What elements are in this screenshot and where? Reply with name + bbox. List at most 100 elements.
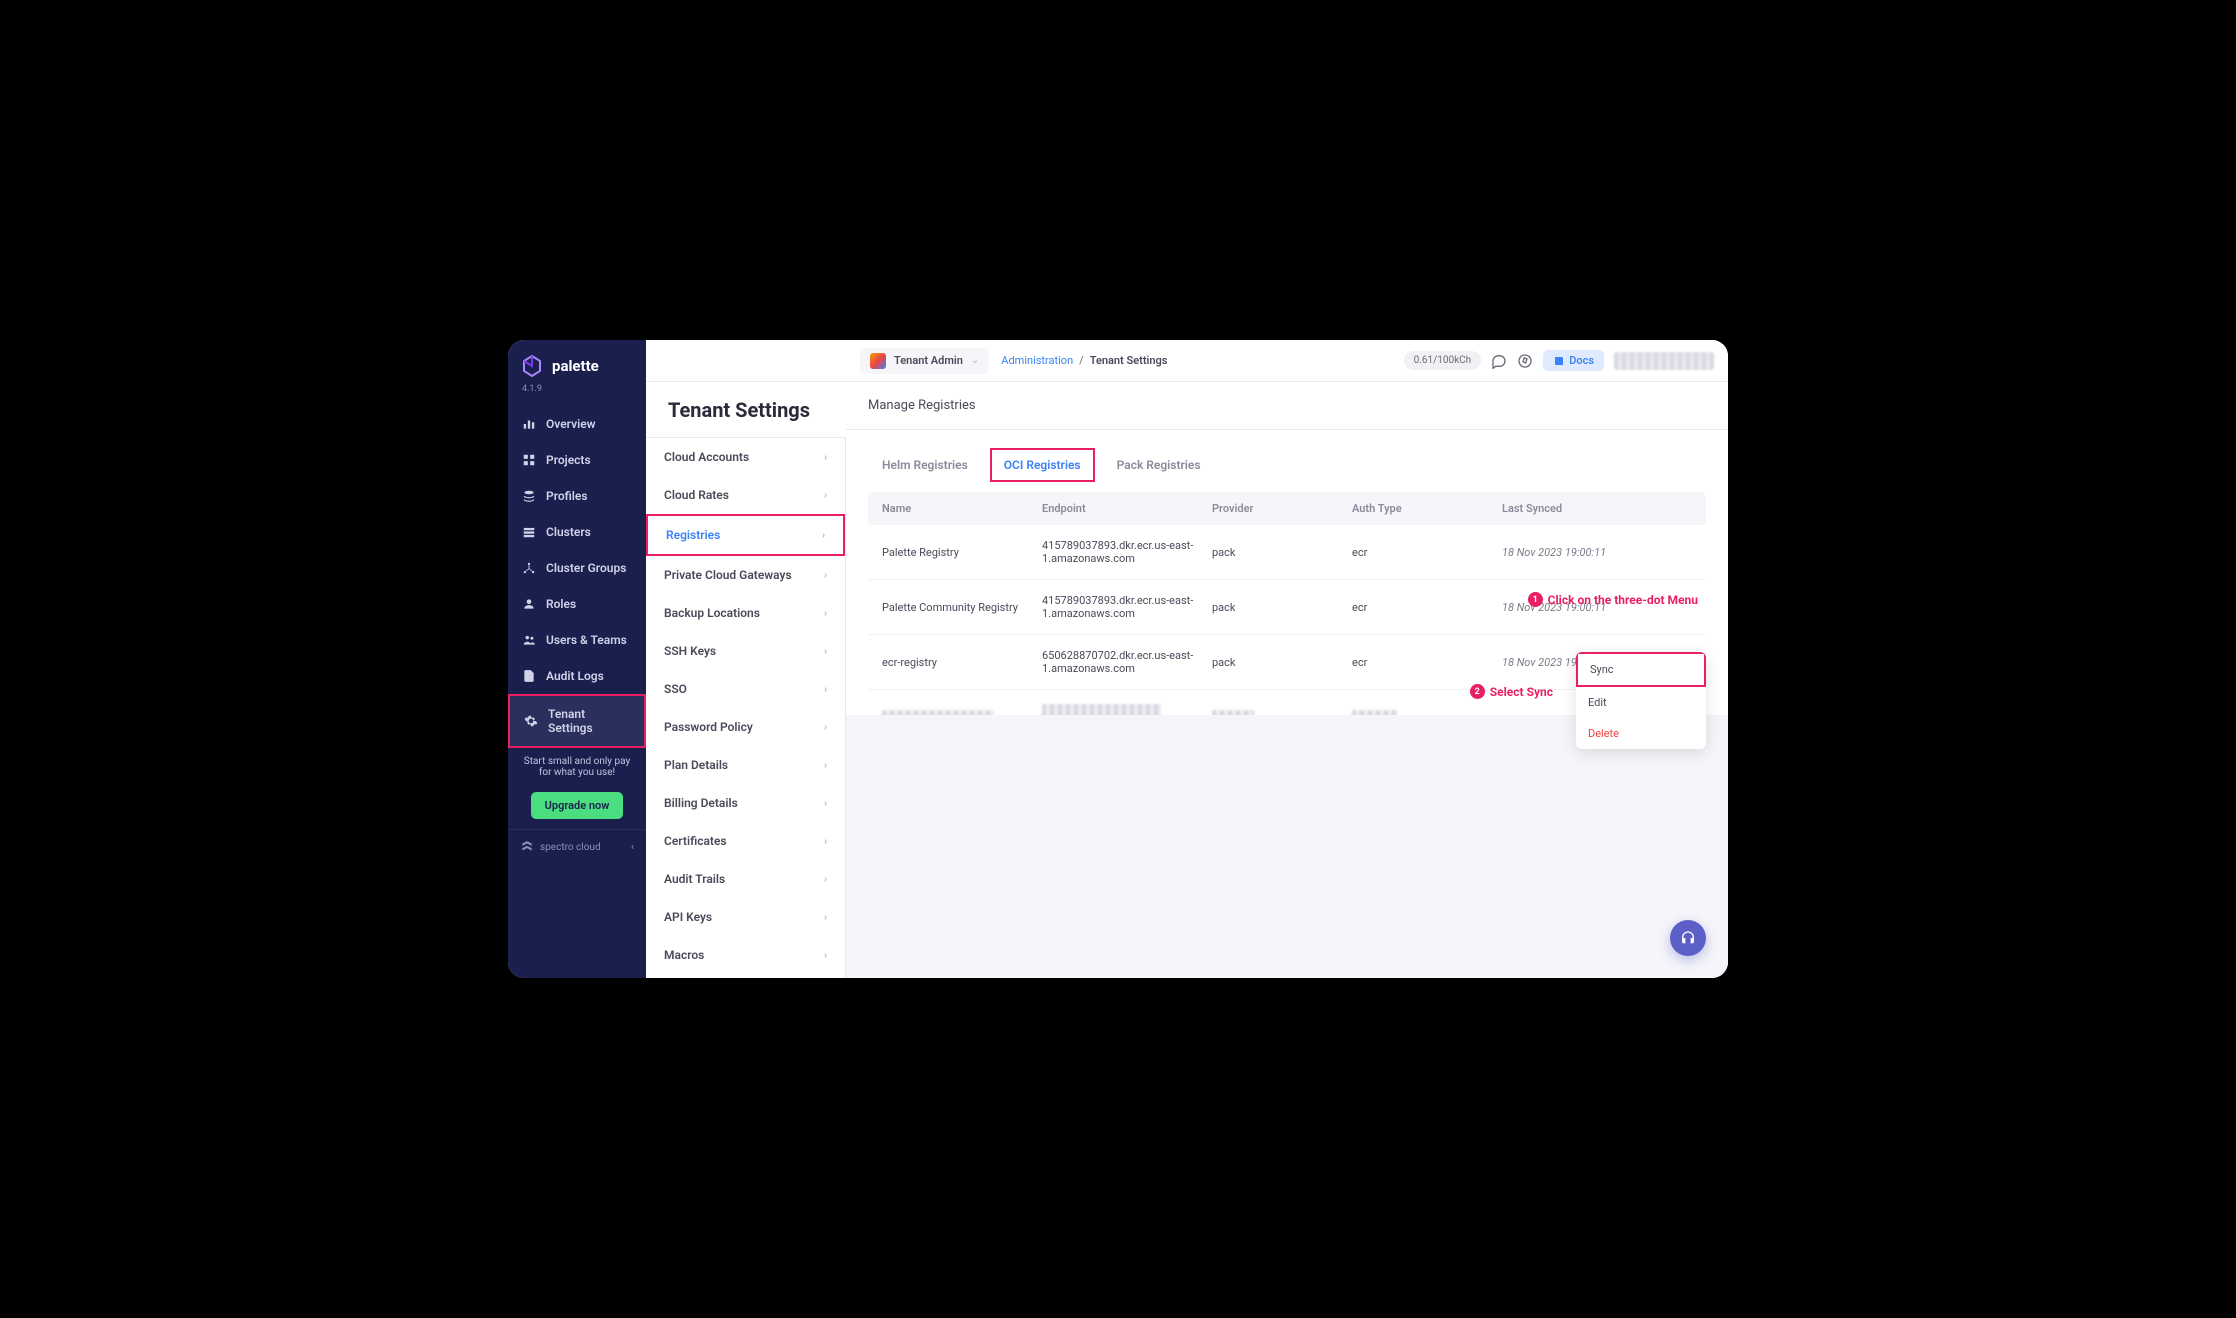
settings-subpanel: Cloud Accounts› Cloud Rates› Registries›…	[646, 438, 846, 978]
user-info-redacted	[1614, 352, 1714, 370]
nav-profiles[interactable]: Profiles	[508, 478, 646, 514]
nav-clusters[interactable]: Clusters	[508, 514, 646, 550]
settings-plan-details[interactable]: Plan Details›	[646, 746, 845, 784]
settings-cloud-accounts[interactable]: Cloud Accounts›	[646, 438, 845, 476]
nav-label: Overview	[546, 417, 596, 431]
tenant-selector[interactable]: Tenant Admin ⌄	[860, 348, 989, 374]
book-icon	[1553, 355, 1565, 367]
chevron-right-icon: ›	[824, 452, 827, 463]
chevron-right-icon: ›	[824, 950, 827, 961]
page-subtitle: Manage Registries	[868, 398, 976, 413]
nav-label: Projects	[546, 453, 591, 467]
row-actions-dropdown: Sync Edit Delete	[1576, 652, 1706, 749]
cell-provider: pack	[1212, 656, 1352, 669]
topbar-right: 0.61/100kCh Docs	[1404, 350, 1714, 371]
tab-oci-registries[interactable]: OCI Registries	[990, 448, 1095, 482]
annotation-step-2: 2 Select Sync	[1470, 684, 1553, 699]
brand-logo: palette	[508, 340, 646, 384]
chevron-right-icon: ›	[824, 798, 827, 809]
dropdown-sync[interactable]: Sync	[1576, 652, 1706, 687]
cell-auth: ecr	[1352, 601, 1502, 614]
settings-macros[interactable]: Macros›	[646, 936, 845, 974]
nav-label: Cluster Groups	[546, 561, 626, 575]
tab-helm-registries[interactable]: Helm Registries	[868, 448, 982, 482]
help-fab[interactable]	[1670, 920, 1706, 956]
cell-name: Palette Registry	[882, 546, 1042, 559]
cell-name: Palette Community Registry	[882, 601, 1042, 614]
nav-audit-logs[interactable]: Audit Logs	[508, 658, 646, 694]
dropdown-delete[interactable]: Delete	[1576, 718, 1706, 749]
cell-name: ecr-registry	[882, 656, 1042, 669]
cell-provider: pack	[1212, 601, 1352, 614]
col-last-synced: Last Synced	[1502, 502, 1662, 515]
redacted-cell	[882, 710, 994, 715]
cell-provider: pack	[1212, 546, 1352, 559]
settings-audit-trails[interactable]: Audit Trails›	[646, 860, 845, 898]
docs-link[interactable]: Docs	[1543, 350, 1604, 371]
nav-projects[interactable]: Projects	[508, 442, 646, 478]
cell-auth: ecr	[1352, 656, 1502, 669]
compass-icon[interactable]	[1517, 353, 1533, 369]
settings-api-keys[interactable]: API Keys›	[646, 898, 845, 936]
settings-sso[interactable]: SSO›	[646, 670, 845, 708]
settings-certificates[interactable]: Certificates›	[646, 822, 845, 860]
chevron-right-icon: ›	[824, 684, 827, 695]
dropdown-edit[interactable]: Edit	[1576, 687, 1706, 718]
chevron-right-icon: ›	[824, 722, 827, 733]
table-row[interactable]: Palette Community Registry 415789037893.…	[868, 580, 1706, 635]
user-icon	[522, 597, 536, 611]
col-auth-type: Auth Type	[1352, 502, 1502, 515]
chevron-right-icon: ›	[824, 608, 827, 619]
main-area: Tenant Admin ⌄ Administration / Tenant S…	[846, 340, 1728, 978]
nav-users-teams[interactable]: Users & Teams	[508, 622, 646, 658]
col-name: Name	[882, 502, 1042, 515]
main-sidebar: palette 4.1.9 Overview Projects Profiles…	[508, 340, 646, 978]
chevron-right-icon: ›	[824, 836, 827, 847]
nav-label: Clusters	[546, 525, 591, 539]
version-label: 4.1.9	[508, 384, 646, 406]
nav-cluster-groups[interactable]: Cluster Groups	[508, 550, 646, 586]
cluster-icon	[522, 525, 536, 539]
footer-brand[interactable]: spectro cloud ‹	[508, 829, 646, 864]
settings-registries[interactable]: Registries›	[646, 514, 845, 556]
tab-pack-registries[interactable]: Pack Registries	[1103, 448, 1215, 482]
redacted-cell	[1212, 710, 1254, 715]
page-title: Tenant Settings	[668, 398, 810, 422]
chevron-right-icon: ›	[822, 530, 825, 541]
nav-tenant-settings[interactable]: Tenant Settings	[508, 694, 646, 748]
document-icon	[522, 669, 536, 683]
chevron-right-icon: ›	[824, 646, 827, 657]
table-row[interactable]: Palette Registry 415789037893.dkr.ecr.us…	[868, 525, 1706, 580]
brand-name: palette	[552, 357, 599, 375]
chevron-right-icon: ›	[824, 570, 827, 581]
nav-overview[interactable]: Overview	[508, 406, 646, 442]
settings-billing-details[interactable]: Billing Details›	[646, 784, 845, 822]
settings-password-policy[interactable]: Password Policy›	[646, 708, 845, 746]
settings-backup-locations[interactable]: Backup Locations›	[646, 594, 845, 632]
app-window: palette 4.1.9 Overview Projects Profiles…	[508, 340, 1728, 978]
chevron-right-icon: ›	[824, 760, 827, 771]
settings-ssh-keys[interactable]: SSH Keys›	[646, 632, 845, 670]
chevron-down-icon: ⌄	[971, 355, 979, 366]
settings-private-cloud-gateways[interactable]: Private Cloud Gateways›	[646, 556, 845, 594]
nav-label: Profiles	[546, 489, 588, 503]
breadcrumb-link[interactable]: Administration	[1001, 354, 1073, 367]
cell-endpoint: 415789037893.dkr.ecr.us-east-1.amazonaws…	[1042, 539, 1212, 565]
nav-roles[interactable]: Roles	[508, 586, 646, 622]
settings-cloud-rates[interactable]: Cloud Rates›	[646, 476, 845, 514]
redacted-cell	[1352, 710, 1397, 715]
col-endpoint: Endpoint	[1042, 502, 1212, 515]
upgrade-button[interactable]: Upgrade now	[531, 792, 624, 819]
cell-endpoint: 650628870702.dkr.ecr.us-east-1.amazonaws…	[1042, 649, 1212, 675]
gear-icon	[524, 714, 538, 728]
chevron-right-icon: ›	[824, 874, 827, 885]
nav-label: Users & Teams	[546, 633, 627, 647]
grid-icon	[522, 453, 536, 467]
chat-icon[interactable]	[1491, 353, 1507, 369]
cell-synced: 18 Nov 2023 19:00:11	[1502, 546, 1662, 559]
chevron-left-icon: ‹	[631, 842, 634, 853]
chart-icon	[522, 417, 536, 431]
cell-endpoint: 415789037893.dkr.ecr.us-east-1.amazonaws…	[1042, 594, 1212, 620]
users-icon	[522, 633, 536, 647]
topbar: Tenant Admin ⌄ Administration / Tenant S…	[846, 340, 1728, 382]
